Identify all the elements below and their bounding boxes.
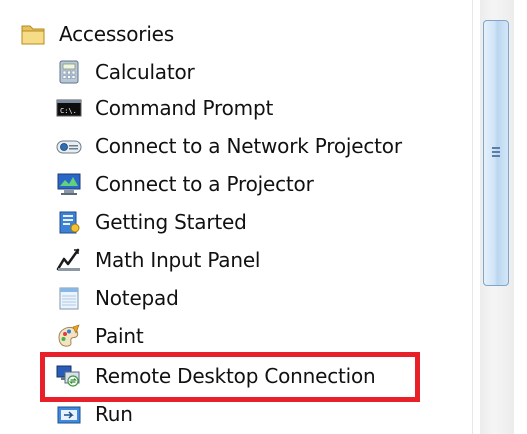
menu-item-label: Getting Started [95, 210, 247, 234]
menu-item-label: Paint [95, 324, 144, 348]
svg-text:C:\.: C:\. [60, 107, 77, 115]
vertical-scrollbar[interactable] [480, 0, 514, 434]
folder-label: Accessories [59, 22, 175, 46]
highlight-annotation [40, 352, 420, 402]
menu-item-notepad[interactable]: Notepad [56, 280, 179, 316]
network-projector-icon [56, 133, 82, 159]
menu-item-projector[interactable]: Connect to a Projector [56, 166, 314, 202]
paint-icon [56, 323, 82, 349]
scroll-grip-icon [492, 147, 500, 159]
math-input-panel-icon [56, 247, 82, 273]
menu-item-label: Notepad [95, 286, 179, 310]
menu-item-label: Calculator [95, 60, 195, 84]
scroll-thumb[interactable] [483, 20, 509, 286]
menu-item-label: Connect to a Projector [95, 172, 314, 196]
menu-item-network-projector[interactable]: Connect to a Network Projector [56, 128, 402, 164]
run-icon [56, 401, 82, 427]
menu-item-calculator[interactable]: Calculator [56, 54, 195, 90]
notepad-icon [56, 285, 82, 311]
start-menu-program-list: Accessories Calculator C:\. Command Prom… [0, 0, 527, 434]
menu-item-label: Math Input Panel [95, 248, 261, 272]
menu-item-label: Connect to a Network Projector [95, 134, 402, 158]
menu-item-label: Command Prompt [95, 96, 274, 120]
right-edge [514, 0, 527, 434]
programs-list: Accessories Calculator C:\. Command Prom… [0, 0, 470, 434]
getting-started-icon [56, 209, 82, 235]
menu-item-command-prompt[interactable]: C:\. Command Prompt [56, 90, 273, 126]
menu-item-label: Run [95, 402, 133, 426]
calculator-icon [56, 59, 82, 85]
list-divider [472, 0, 473, 434]
menu-item-paint[interactable]: Paint [56, 318, 144, 354]
folder-icon [20, 21, 46, 47]
command-prompt-icon: C:\. [56, 95, 82, 121]
projector-icon [56, 171, 82, 197]
folder-accessories[interactable]: Accessories [20, 16, 174, 52]
menu-item-math-input-panel[interactable]: Math Input Panel [56, 242, 260, 278]
menu-item-getting-started[interactable]: Getting Started [56, 204, 247, 240]
